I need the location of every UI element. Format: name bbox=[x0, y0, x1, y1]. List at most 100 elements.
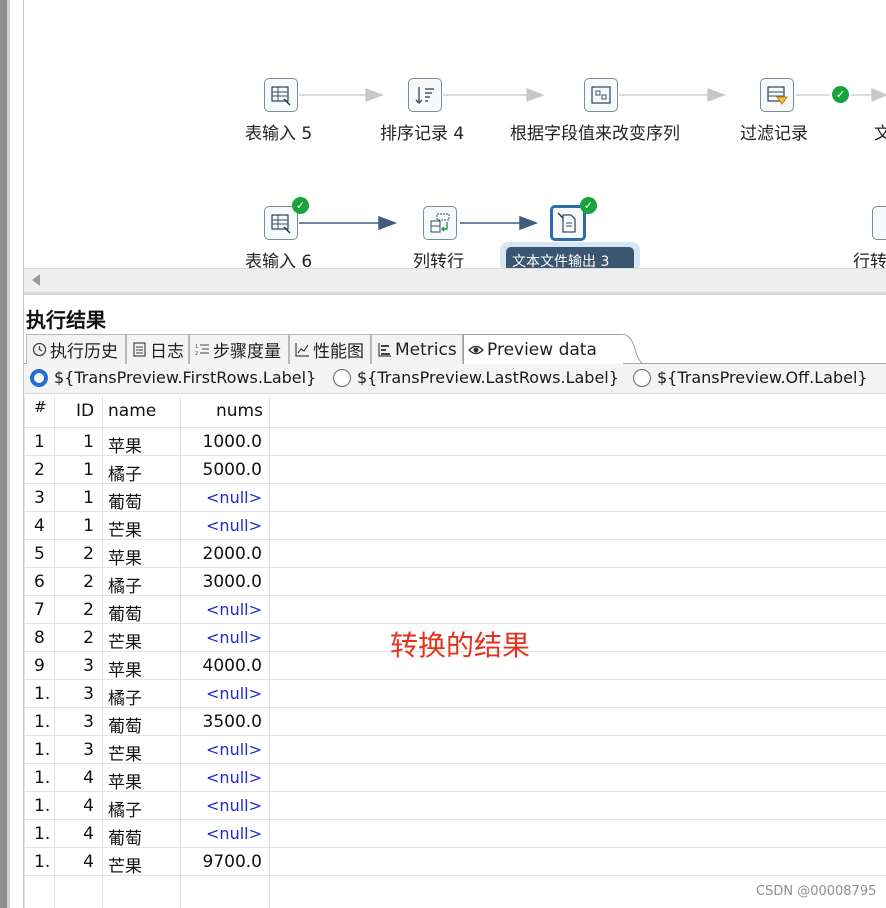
table-row[interactable]: 2 1 橘子 5000.0 bbox=[24, 455, 886, 485]
column-header-name[interactable]: name bbox=[108, 401, 156, 421]
table-row[interactable]: 1 1 苹果 1000.0 bbox=[24, 427, 886, 457]
row-index-cell[interactable]: 1. bbox=[34, 768, 54, 788]
id-cell[interactable]: 2 bbox=[54, 572, 94, 592]
left-panel-shadow bbox=[7, 0, 10, 908]
table-row[interactable]: 4 1 芒果 <null> bbox=[24, 511, 886, 541]
radio-off[interactable]: ${TransPreview.Off.Label} bbox=[633, 368, 868, 387]
id-cell[interactable]: 1 bbox=[54, 516, 94, 536]
row-index-cell[interactable]: 3 bbox=[34, 488, 54, 508]
row-index-cell[interactable]: 2 bbox=[34, 460, 54, 480]
nums-cell[interactable]: 3000.0 bbox=[180, 572, 262, 592]
transformation-canvas[interactable]: 表输入 5 排序记录 4 根据字段值来改变序列 过滤记录 ✓ 文 表输入 6 ✓… bbox=[24, 0, 886, 268]
nums-cell[interactable]: <null> bbox=[180, 740, 262, 759]
table-row[interactable]: 1. 3 橘子 <null> bbox=[24, 679, 886, 709]
id-cell[interactable]: 2 bbox=[54, 544, 94, 564]
row-index-cell[interactable]: 1 bbox=[34, 432, 54, 452]
name-cell[interactable]: 芒果 bbox=[108, 852, 178, 877]
nums-cell[interactable]: <null> bbox=[180, 516, 262, 535]
nums-cell[interactable]: 4000.0 bbox=[180, 656, 262, 676]
nums-cell[interactable]: <null> bbox=[180, 628, 262, 647]
radio-indicator[interactable] bbox=[333, 368, 351, 387]
table-row[interactable]: 6 2 橘子 3000.0 bbox=[24, 567, 886, 597]
nums-cell[interactable]: 3500.0 bbox=[180, 712, 262, 732]
row-index-cell[interactable]: 4 bbox=[34, 516, 54, 536]
id-cell[interactable]: 1 bbox=[54, 460, 94, 480]
row-index-cell[interactable]: 8 bbox=[34, 628, 54, 648]
nums-cell[interactable]: <null> bbox=[180, 768, 262, 787]
table-row[interactable]: 1. 4 苹果 <null> bbox=[24, 763, 886, 793]
radio-last-rows[interactable]: ${TransPreview.LastRows.Label} bbox=[333, 368, 619, 387]
id-cell[interactable]: 1 bbox=[54, 488, 94, 508]
column-header-nums[interactable]: nums bbox=[216, 401, 263, 421]
nums-cell[interactable]: <null> bbox=[180, 600, 262, 619]
tab-metrics[interactable]: Metrics bbox=[371, 334, 463, 364]
id-cell[interactable]: 3 bbox=[54, 712, 94, 732]
tab-log[interactable]: 日志 bbox=[126, 334, 189, 364]
id-cell[interactable]: 2 bbox=[54, 600, 94, 620]
radio-indicator[interactable] bbox=[633, 368, 651, 387]
name-cell[interactable]: 橘子 bbox=[108, 684, 178, 709]
id-cell[interactable]: 4 bbox=[54, 796, 94, 816]
nums-cell[interactable]: <null> bbox=[180, 824, 262, 843]
name-cell[interactable]: 苹果 bbox=[108, 544, 178, 569]
row-index-cell[interactable]: 1. bbox=[34, 796, 54, 816]
name-cell[interactable]: 芒果 bbox=[108, 516, 178, 541]
tab-performance-graph[interactable]: 性能图 bbox=[289, 334, 371, 364]
row-index-cell[interactable]: 7 bbox=[34, 600, 54, 620]
name-cell[interactable]: 芒果 bbox=[108, 628, 178, 653]
row-index-cell[interactable]: 1. bbox=[34, 712, 54, 732]
tab-step-metrics[interactable]: 12 步骤度量 bbox=[189, 334, 289, 364]
table-row[interactable]: 1. 3 葡萄 3500.0 bbox=[24, 707, 886, 737]
table-row[interactable]: 1. 4 橘子 <null> bbox=[24, 791, 886, 821]
name-cell[interactable]: 橘子 bbox=[108, 796, 178, 821]
row-index-cell[interactable]: 1. bbox=[34, 824, 54, 844]
table-row[interactable]: 1. 4 葡萄 <null> bbox=[24, 819, 886, 849]
name-cell[interactable]: 葡萄 bbox=[108, 824, 178, 849]
row-index-cell[interactable]: 9 bbox=[34, 656, 54, 676]
name-cell[interactable]: 葡萄 bbox=[108, 712, 178, 737]
row-index-cell[interactable]: 6 bbox=[34, 572, 54, 592]
name-cell[interactable]: 苹果 bbox=[108, 768, 178, 793]
name-cell[interactable]: 橘子 bbox=[108, 460, 178, 485]
id-cell[interactable]: 4 bbox=[54, 768, 94, 788]
table-row[interactable]: 3 1 葡萄 <null> bbox=[24, 483, 886, 513]
id-cell[interactable]: 3 bbox=[54, 740, 94, 760]
column-header-index[interactable]: # bbox=[34, 398, 47, 416]
left-panel-edge[interactable] bbox=[0, 0, 7, 908]
row-index-cell[interactable]: 1. bbox=[34, 740, 54, 760]
name-cell[interactable]: 葡萄 bbox=[108, 600, 178, 625]
radio-indicator[interactable] bbox=[30, 368, 48, 387]
nums-cell[interactable]: 1000.0 bbox=[180, 432, 262, 452]
id-cell[interactable]: 2 bbox=[54, 628, 94, 648]
nums-cell[interactable]: <null> bbox=[180, 796, 262, 815]
id-cell[interactable]: 4 bbox=[54, 824, 94, 844]
id-cell[interactable]: 3 bbox=[54, 684, 94, 704]
row-index-cell[interactable]: 5 bbox=[34, 544, 54, 564]
row-index-cell[interactable]: 1. bbox=[34, 684, 54, 704]
nums-cell[interactable]: 2000.0 bbox=[180, 544, 262, 564]
radio-first-rows[interactable]: ${TransPreview.FirstRows.Label} bbox=[30, 368, 316, 387]
scroll-left-icon[interactable] bbox=[32, 274, 40, 286]
table-row[interactable]: 1. 3 芒果 <null> bbox=[24, 735, 886, 765]
nums-cell[interactable]: <null> bbox=[180, 684, 262, 703]
name-cell[interactable]: 苹果 bbox=[108, 656, 178, 681]
id-cell[interactable]: 3 bbox=[54, 656, 94, 676]
nums-cell[interactable]: 9700.0 bbox=[180, 852, 262, 872]
name-cell[interactable]: 苹果 bbox=[108, 432, 178, 457]
column-header-id[interactable]: ID bbox=[76, 401, 94, 421]
name-cell[interactable]: 橘子 bbox=[108, 572, 178, 597]
tab-execution-history[interactable]: 执行历史 bbox=[26, 334, 126, 364]
id-cell[interactable]: 1 bbox=[54, 432, 94, 452]
table-row[interactable]: 1. 4 芒果 9700.0 bbox=[24, 847, 886, 877]
nums-cell[interactable]: 5000.0 bbox=[180, 460, 262, 480]
nums-cell[interactable]: <null> bbox=[180, 488, 262, 507]
canvas-horizontal-scrollbar[interactable] bbox=[24, 268, 886, 292]
table-row[interactable]: 5 2 苹果 2000.0 bbox=[24, 539, 886, 569]
tab-preview-data[interactable]: Preview data bbox=[463, 334, 623, 364]
id-cell[interactable]: 4 bbox=[54, 852, 94, 872]
table-row[interactable]: 7 2 葡萄 <null> bbox=[24, 595, 886, 625]
name-cell[interactable]: 芒果 bbox=[108, 740, 178, 765]
name-cell[interactable]: 葡萄 bbox=[108, 488, 178, 513]
panel-sash[interactable] bbox=[24, 292, 886, 295]
row-index-cell[interactable]: 1. bbox=[34, 852, 54, 872]
